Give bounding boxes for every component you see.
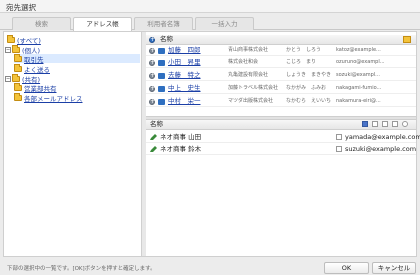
contact-kana: しょうき まきやき xyxy=(286,72,332,78)
tab-address-book[interactable]: アドレス帳 xyxy=(73,17,132,31)
collapse-toggle-icon[interactable]: − xyxy=(5,75,11,82)
column-header-name[interactable]: 名称 xyxy=(150,120,163,129)
recipient-name: ネオ商事 鈴木 xyxy=(160,145,202,153)
tree-item-label[interactable]: 各部メールアドレス xyxy=(24,93,83,103)
contact-email: ozuruno@exampl... xyxy=(336,59,385,65)
filter-checkbox[interactable] xyxy=(392,121,398,127)
folder-icon xyxy=(7,34,15,43)
filter-checkbox[interactable] xyxy=(382,121,388,127)
add-recipient-icon[interactable] xyxy=(149,71,155,80)
edit-pencil-icon[interactable] xyxy=(150,146,157,152)
contact-email: katoz@example... xyxy=(336,47,381,53)
tree-item-frequent[interactable]: よく送る xyxy=(14,63,50,74)
tree-item-label[interactable]: (すべて) xyxy=(17,35,41,45)
contact-kana: なかがみ ふみお xyxy=(286,85,327,91)
contact-company: 加藤トラベル株式会社 xyxy=(228,85,279,91)
folder-tree: (すべて) − (個人) 取引先 よく送る − (共有) 営業部共有 各部メール… xyxy=(4,32,142,256)
contact-company: 青山商事株式会社 xyxy=(228,47,269,53)
filter-checkbox[interactable] xyxy=(372,121,378,127)
add-folder-icon[interactable] xyxy=(403,36,411,43)
tab-bulk-input[interactable]: 一括入力 xyxy=(195,17,254,30)
lower-list-header: 名称 xyxy=(146,120,416,130)
recipient-checkbox[interactable] xyxy=(336,134,342,140)
add-recipient-icon[interactable] xyxy=(149,84,155,93)
contact-kana: こじろ まり xyxy=(286,59,317,65)
selected-recipient-row[interactable]: ネオ商事 鈴木 suzuki@example.com xyxy=(146,144,416,155)
contact-email: nakagami-fumio... xyxy=(336,85,382,91)
column-header-name[interactable]: 名称 xyxy=(160,35,173,44)
recipient-email: suzuki@example.com xyxy=(345,145,417,153)
address-list-pane: 名称 加藤 四郎 青山商事株式会社 かとう しろう katoz@example.… xyxy=(146,32,420,256)
footer-message: 下部の選択中の一覧です。[OK]ボタンを押すと確定します。 xyxy=(7,266,156,272)
selected-recipient-row[interactable]: ネオ商事 山田 yamada@example.com xyxy=(146,132,420,143)
contact-row[interactable]: 中村 栄一 マツダ出版株式会社 なかむら えいいち nakamura-eiri@… xyxy=(146,97,416,107)
person-card-icon xyxy=(158,60,165,66)
person-card-icon xyxy=(158,86,165,92)
contact-name[interactable]: 中上 史生 xyxy=(168,84,201,93)
tree-item-dept-emails[interactable]: 各部メールアドレス xyxy=(14,92,83,103)
edit-pencil-icon[interactable] xyxy=(150,134,157,140)
contact-company: 株式会社和会 xyxy=(228,59,259,65)
folder-icon xyxy=(14,82,22,91)
folder-icon xyxy=(12,73,20,82)
tree-item-label[interactable]: 取引先 xyxy=(24,54,44,64)
contact-company: 丸亀建設有限会社 xyxy=(228,72,269,78)
tab-bar: 検索 アドレス帳 利用者名簿 一括入力 xyxy=(0,13,420,31)
collapse-toggle-icon[interactable]: − xyxy=(5,46,11,53)
contact-email: sozuki@exampl... xyxy=(336,72,380,78)
contact-company: マツダ出版株式会社 xyxy=(228,98,274,104)
tree-item-label[interactable]: よく送る xyxy=(24,64,50,74)
folder-icon xyxy=(14,92,22,101)
tree-item-label[interactable]: 営業部共有 xyxy=(24,83,57,93)
info-icon[interactable] xyxy=(149,35,155,44)
add-recipient-icon[interactable] xyxy=(149,58,155,67)
add-recipient-icon[interactable] xyxy=(149,46,155,55)
tree-item-sales-shared[interactable]: 営業部共有 xyxy=(14,82,57,93)
folder-icon xyxy=(14,53,22,62)
person-card-icon xyxy=(158,48,165,54)
contact-row[interactable]: 中上 史生 加藤トラベル株式会社 なかがみ ふみお nakagami-fumio… xyxy=(146,84,416,94)
contact-row[interactable]: 去藤 特之 丸亀建設有限会社 しょうき まきやき sozuki@exampl..… xyxy=(146,71,416,81)
remove-icon[interactable] xyxy=(402,121,408,127)
ok-button[interactable]: OK xyxy=(324,262,369,274)
contact-row[interactable]: 加藤 四郎 青山商事株式会社 かとう しろう katoz@example... xyxy=(146,46,416,56)
tab-search[interactable]: 検索 xyxy=(12,17,71,30)
recipient-checkbox[interactable] xyxy=(336,146,342,152)
folder-icon xyxy=(12,44,20,53)
contact-kana: なかむら えいいち xyxy=(286,98,332,104)
dialog-titlebar: 宛先選択 xyxy=(0,0,420,13)
select-all-checkbox[interactable] xyxy=(362,121,368,127)
contact-name[interactable]: 加藤 四郎 xyxy=(168,46,201,55)
folder-icon xyxy=(14,63,22,72)
person-card-icon xyxy=(158,99,165,105)
add-recipient-icon[interactable] xyxy=(149,97,155,106)
cancel-button[interactable]: キャンセル xyxy=(372,262,416,274)
upper-list-header: 名称 xyxy=(146,35,416,45)
contact-name[interactable]: 去藤 特之 xyxy=(168,71,201,80)
contact-row[interactable]: 小田 昇里 株式会社和会 こじろ まり ozuruno@exampl... xyxy=(146,58,416,68)
main-panel: (すべて) − (個人) 取引先 よく送る − (共有) 営業部共有 各部メール… xyxy=(3,31,420,257)
dialog-footer: 下部の選択中の一覧です。[OK]ボタンを押すと確定します。 OK キャンセル xyxy=(0,258,420,275)
contact-email: nakamura-eiri@... xyxy=(336,98,381,104)
contact-kana: かとう しろう xyxy=(286,47,322,53)
tree-item-all[interactable]: (すべて) xyxy=(7,34,41,45)
tree-item-clients[interactable]: 取引先 xyxy=(14,53,140,64)
recipient-email: yamada@example.com xyxy=(345,133,420,141)
tab-user-directory[interactable]: 利用者名簿 xyxy=(134,17,193,30)
recipient-name: ネオ商事 山田 xyxy=(160,133,202,141)
person-card-icon xyxy=(158,73,165,79)
contact-name[interactable]: 小田 昇里 xyxy=(168,58,201,67)
contact-name[interactable]: 中村 栄一 xyxy=(168,97,201,106)
dialog-title: 宛先選択 xyxy=(6,3,36,12)
